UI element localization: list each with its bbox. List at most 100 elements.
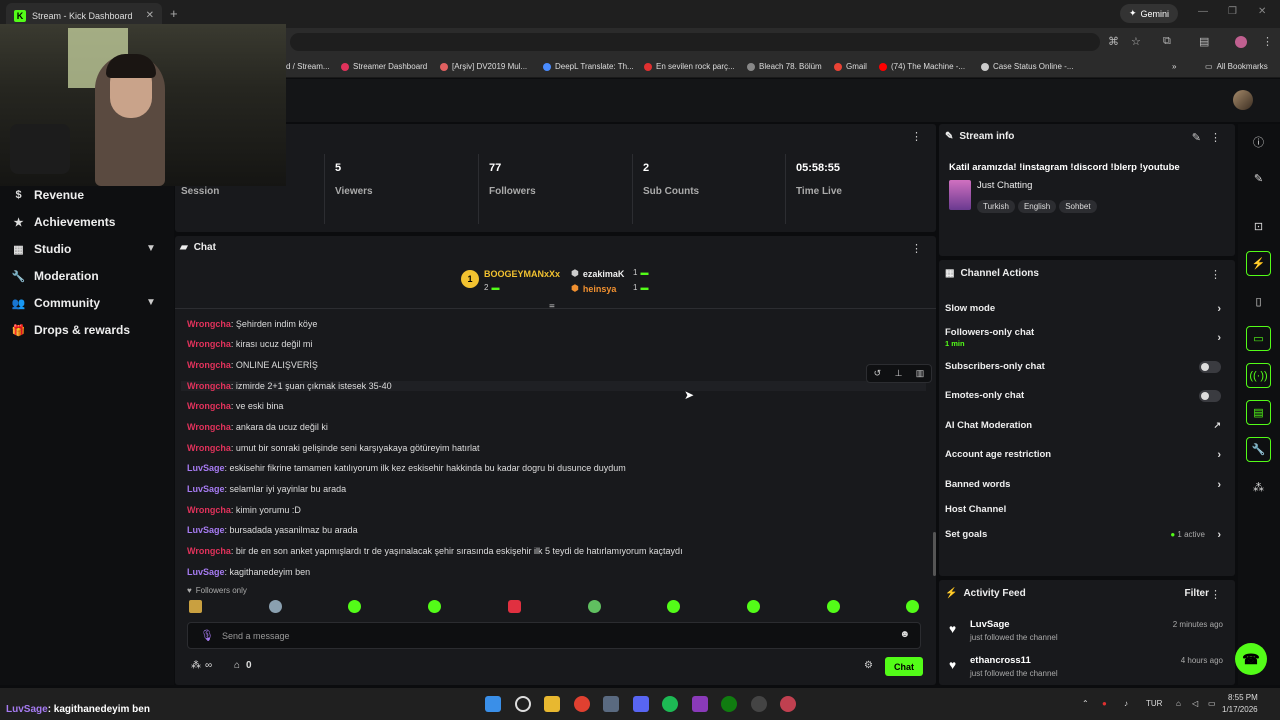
set-goals-row[interactable]: Set goals ● 1 active › — [945, 529, 1229, 541]
filter-button[interactable]: Filter — [1185, 588, 1209, 599]
chat-message[interactable]: Wrongcha: ankara da ucuz değil ki — [187, 422, 328, 432]
chat-username[interactable]: Wrongcha — [187, 339, 231, 349]
panel-menu-icon[interactable]: ⋮ — [1210, 588, 1221, 601]
banned-words-row[interactable]: Banned words › — [945, 479, 1229, 491]
tag[interactable]: Sohbet — [1059, 200, 1097, 213]
chrome-icon[interactable] — [574, 696, 590, 712]
chat-username[interactable]: Wrongcha — [187, 546, 231, 556]
menu-kebab-icon[interactable]: ⋮ — [1262, 35, 1273, 48]
bookmark-item[interactable]: Bleach 78. Bölüm — [747, 62, 822, 71]
chat-icon[interactable]: ▭ — [1246, 326, 1271, 351]
new-tab-button[interactable]: + — [170, 6, 178, 21]
chat-message[interactable]: Wrongcha: kimin yorumu :D — [187, 505, 301, 515]
sidebar-item-community[interactable]: 👥 Community — [12, 296, 100, 310]
xbox-icon[interactable] — [721, 696, 737, 712]
account-age-row[interactable]: Account age restriction › — [945, 449, 1229, 461]
chat-message[interactable]: Wrongcha: izmirde 2+1 şuan çıkmak istese… — [181, 381, 926, 391]
send-chat-button[interactable]: Chat — [885, 657, 923, 676]
bookmark-item[interactable]: Gmail — [834, 62, 867, 71]
chat-message[interactable]: LuvSage: kagithanedeyim ben — [187, 567, 310, 577]
start-icon[interactable] — [485, 696, 501, 712]
translate-icon[interactable]: ⌘ — [1108, 35, 1119, 48]
emote-icon[interactable] — [827, 600, 840, 613]
chrome-profile-icon[interactable] — [780, 696, 796, 712]
emote-icon[interactable] — [189, 600, 202, 613]
tab-close-icon[interactable]: ✕ — [146, 10, 154, 21]
bookmark-item[interactable]: [Arşiv] DV2019 Mul... — [440, 62, 527, 71]
lightning-icon[interactable]: ⚡ — [1246, 251, 1271, 276]
tray-app-icon[interactable]: ● — [1102, 699, 1107, 708]
stack-icon[interactable]: ▤ — [1246, 400, 1271, 425]
chat-username[interactable]: LuvSage — [187, 463, 225, 473]
leaderboard-entry[interactable]: ⬢ heinsya — [571, 283, 616, 294]
minimize-icon[interactable]: — — [1198, 6, 1208, 17]
close-window-icon[interactable]: ✕ — [1258, 6, 1266, 17]
chat-username[interactable]: Wrongcha — [187, 360, 231, 370]
bookmark-item[interactable]: Case Status Online -... — [981, 62, 1073, 71]
chevron-down-icon[interactable]: ▼ — [146, 297, 156, 308]
emote-icon[interactable] — [348, 600, 361, 613]
chat-message[interactable]: Wrongcha: ve eski bina — [187, 401, 283, 411]
chat-scrollbar[interactable] — [933, 532, 936, 576]
user-avatar[interactable] — [1233, 90, 1253, 110]
points-icon[interactable]: ⁂ — [1246, 475, 1271, 500]
emote-icon[interactable] — [667, 600, 680, 613]
chat-username[interactable]: LuvSage — [187, 484, 225, 494]
document-icon[interactable]: ▯ — [1246, 289, 1271, 314]
trash-icon[interactable]: ▥ — [916, 368, 925, 379]
chat-username[interactable]: Wrongcha — [187, 422, 231, 432]
bookmark-item[interactable]: Streamer Dashboard — [341, 62, 427, 71]
sidebar-item-achievements[interactable]: ★ Achievements — [12, 215, 116, 229]
volume-icon[interactable]: ◁ — [1192, 699, 1198, 708]
slow-mode-row[interactable]: Slow mode › — [945, 303, 1229, 315]
chat-message[interactable]: LuvSage: selamlar iyi yayinlar bu arada — [187, 484, 346, 494]
emote-icon[interactable] — [906, 600, 919, 613]
leaderboard-top-user[interactable]: BOOGEYMANxXx — [484, 269, 560, 279]
broadcast-icon[interactable]: ((·)) — [1246, 363, 1271, 388]
gift-subs[interactable]: ⌂ 0 — [234, 660, 252, 671]
subscribers-only-toggle[interactable] — [1199, 361, 1221, 373]
followers-only-row[interactable]: Followers-only chat 1 min › — [945, 327, 1229, 348]
url-field[interactable] — [290, 33, 1100, 51]
chat-input[interactable]: 🎙 Send a message ☻ — [187, 622, 921, 649]
bookmark-star-icon[interactable]: ☆ — [1131, 35, 1141, 48]
chat-username[interactable]: Wrongcha — [187, 505, 231, 515]
panel-menu-icon[interactable]: ⋮ — [911, 242, 922, 255]
chat-message[interactable]: LuvSage: eskisehir fikrine tamamen katıl… — [187, 463, 626, 473]
panel-menu-icon[interactable]: ⋮ — [911, 130, 922, 143]
emotes-only-toggle[interactable] — [1199, 390, 1221, 402]
ai-chat-moderation-row[interactable]: AI Chat Moderation ↗ — [945, 420, 1229, 431]
search-icon[interactable] — [515, 696, 531, 712]
bookmark-item[interactable]: d / Stream... — [286, 62, 330, 71]
emote-icon[interactable] — [747, 600, 760, 613]
chat-settings-icon[interactable]: ⚙ — [864, 660, 873, 671]
chat-message[interactable]: Wrongcha: ONLINE ALIŞVERİŞ — [187, 360, 318, 370]
tag[interactable]: English — [1017, 200, 1057, 213]
undo-icon[interactable]: ↺ — [874, 368, 882, 379]
emote-icon[interactable] — [428, 600, 441, 613]
chat-message[interactable]: Wrongcha: kirası ucuz değil mi — [187, 339, 312, 349]
bookmark-item[interactable]: (74) The Machine -... — [879, 62, 965, 71]
file-explorer-icon[interactable] — [544, 696, 560, 712]
sidebar-item-drops-rewards[interactable]: 🎁 Drops & rewards — [12, 323, 130, 337]
chat-username[interactable]: Wrongcha — [187, 381, 231, 391]
chat-message[interactable]: Wrongcha: umut bir sonraki gelişinde sen… — [187, 443, 479, 453]
crop-icon[interactable]: ⊡ — [1246, 214, 1271, 239]
category-name[interactable]: Just Chatting — [977, 180, 1032, 191]
language-indicator[interactable]: TUR — [1146, 699, 1162, 708]
app-icon[interactable] — [692, 696, 708, 712]
emote-icon[interactable] — [508, 600, 521, 613]
tray-chevron-icon[interactable]: ⌃ — [1082, 699, 1089, 708]
chat-username[interactable]: Wrongcha — [187, 319, 231, 329]
chat-username[interactable]: LuvSage — [187, 567, 225, 577]
obs-icon[interactable] — [751, 696, 767, 712]
chat-username[interactable]: Wrongcha — [187, 443, 231, 453]
chat-username[interactable]: Wrongcha — [187, 401, 231, 411]
spotify-icon[interactable] — [662, 696, 678, 712]
wrench-icon[interactable]: 🔧 — [1246, 437, 1271, 462]
sidebar-item-revenue[interactable]: $ Revenue — [12, 188, 84, 202]
bookmark-item[interactable]: DeepL Translate: Th... — [543, 62, 634, 71]
chat-message[interactable]: LuvSage: bursadada yasanilmaz bu arada — [187, 525, 358, 535]
bookmark-item[interactable]: En sevilen rock parç... — [644, 62, 735, 71]
chat-username[interactable]: LuvSage — [187, 525, 225, 535]
